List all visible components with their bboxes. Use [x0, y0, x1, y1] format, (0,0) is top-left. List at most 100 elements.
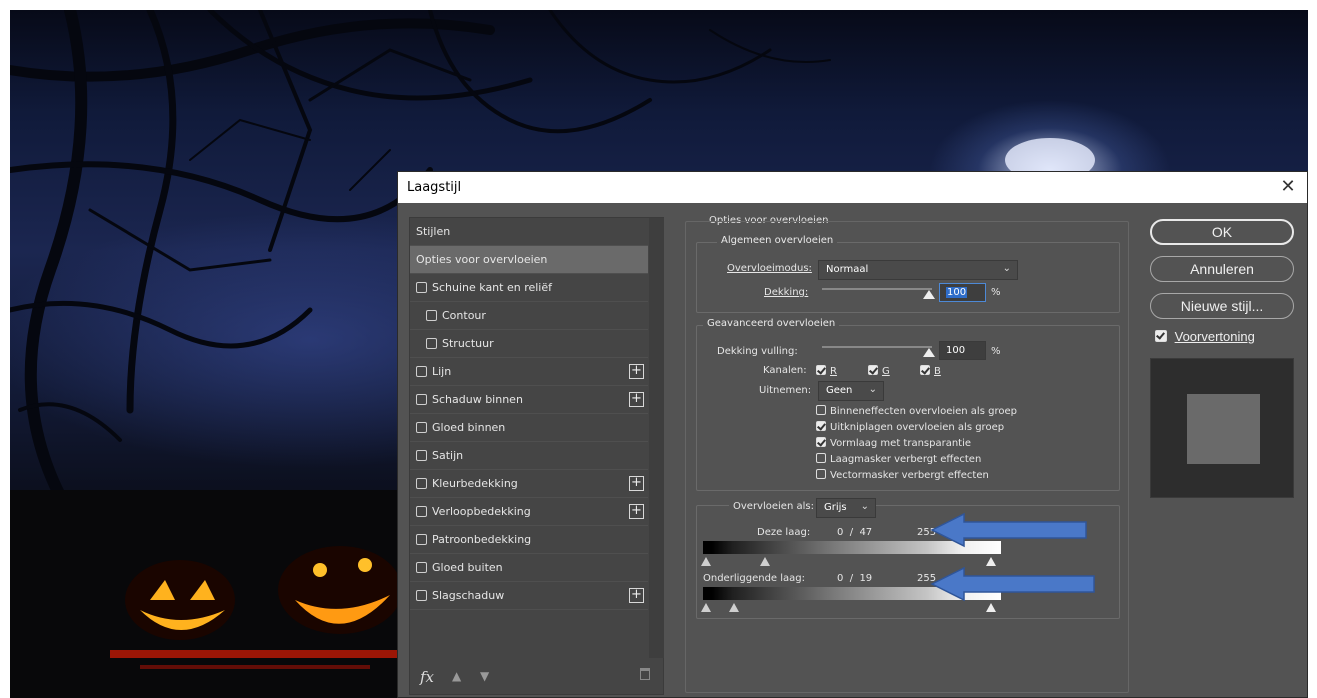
- styles-panel-footer: fx ▲ ▼: [410, 662, 663, 694]
- style-item[interactable]: Slagschaduw +: [410, 582, 648, 610]
- style-item-label: Satijn: [432, 449, 464, 462]
- style-item[interactable]: Structuur: [410, 330, 648, 358]
- add-effect-plus-icon[interactable]: +: [629, 476, 644, 491]
- advanced-option[interactable]: Laagmasker verbergt effecten: [816, 453, 981, 465]
- layer-style-dialog: Laagstijl ✕ Stijlen Opties voor overvloei…: [397, 171, 1308, 698]
- trash-icon[interactable]: [640, 668, 650, 680]
- advanced-option[interactable]: Vectormasker verbergt effecten: [816, 469, 989, 481]
- channel-r[interactable]: R: [816, 365, 837, 377]
- style-item-label: Schuine kant en reliëf: [432, 281, 553, 294]
- fill-opacity-label: Dekking vulling:: [717, 346, 798, 357]
- option-label: Uitkniplagen overvloeien als groep: [830, 422, 1005, 433]
- style-checkbox[interactable]: [416, 422, 427, 433]
- arrow-up-icon[interactable]: ▲: [452, 669, 461, 683]
- channel-g[interactable]: G: [868, 365, 890, 377]
- advanced-blending-title: Geavanceerd overvloeien: [703, 318, 840, 329]
- style-preview: [1150, 358, 1294, 498]
- new-style-button[interactable]: Nieuwe stijl...: [1150, 293, 1294, 319]
- add-effect-plus-icon[interactable]: +: [629, 504, 644, 519]
- this-layer-split-handle[interactable]: [760, 557, 770, 566]
- style-item-label: Structuur: [442, 337, 494, 350]
- cancel-button[interactable]: Annuleren: [1150, 256, 1294, 282]
- opacity-slider-handle[interactable]: [923, 290, 935, 299]
- style-checkbox[interactable]: [416, 506, 427, 517]
- blending-options-panel: Opties voor overvloeien Algemeen overvlo…: [685, 215, 1131, 695]
- arrow-down-icon[interactable]: ▼: [480, 669, 489, 683]
- style-item[interactable]: Gloed buiten: [410, 554, 648, 582]
- blend-if-dropdown[interactable]: Grijs ⌄: [816, 498, 876, 518]
- chevron-down-icon: ⌄: [860, 501, 869, 512]
- style-item-label: Schaduw binnen: [432, 393, 523, 406]
- option-checkbox[interactable]: [816, 421, 826, 431]
- style-item[interactable]: Lijn +: [410, 358, 648, 386]
- knockout-dropdown[interactable]: Geen ⌄: [818, 381, 884, 401]
- close-icon[interactable]: ✕: [1277, 176, 1299, 198]
- style-item[interactable]: Opties voor overvloeien: [410, 246, 648, 274]
- option-checkbox[interactable]: [816, 405, 826, 415]
- add-effect-plus-icon[interactable]: +: [629, 364, 644, 379]
- option-label: Binneneffecten overvloeien als groep: [830, 406, 1017, 417]
- fill-opacity-unit: %: [991, 346, 1001, 357]
- this-layer-black-handle[interactable]: [701, 557, 711, 566]
- advanced-option[interactable]: Vormlaag met transparantie: [816, 437, 971, 449]
- underlying-layer-values: 0 / 19: [837, 573, 873, 584]
- chevron-down-icon: ⌄: [1002, 263, 1011, 274]
- style-checkbox[interactable]: [416, 394, 427, 405]
- opacity-input[interactable]: 100: [939, 283, 986, 302]
- option-checkbox[interactable]: [816, 437, 826, 447]
- style-checkbox[interactable]: [416, 450, 427, 461]
- fill-opacity-slider-track[interactable]: [822, 346, 932, 348]
- underlying-layer-split-handle[interactable]: [729, 603, 739, 612]
- style-checkbox[interactable]: [416, 478, 427, 489]
- channel-b[interactable]: B: [920, 365, 941, 377]
- blend-mode-dropdown[interactable]: Normaal ⌄: [818, 260, 1018, 280]
- add-effect-plus-icon[interactable]: +: [629, 588, 644, 603]
- option-checkbox[interactable]: [816, 469, 826, 479]
- channels-label: Kanalen:: [763, 365, 807, 376]
- fill-opacity-input[interactable]: 100: [939, 341, 986, 360]
- style-checkbox[interactable]: [416, 366, 427, 377]
- fx-icon[interactable]: fx: [420, 668, 434, 686]
- style-checkbox[interactable]: [416, 282, 427, 293]
- style-checkbox[interactable]: [426, 338, 437, 349]
- style-item-label: Lijn: [432, 365, 452, 378]
- ok-button[interactable]: OK: [1150, 219, 1294, 245]
- opacity-slider-track[interactable]: [822, 288, 932, 290]
- advanced-option[interactable]: Uitkniplagen overvloeien als groep: [816, 421, 1004, 433]
- option-checkbox[interactable]: [816, 453, 826, 463]
- style-item-label: Verloopbedekking: [432, 505, 531, 518]
- styles-scrollbar[interactable]: [649, 218, 664, 658]
- knockout-value: Geen: [826, 385, 853, 396]
- style-item[interactable]: Contour: [410, 302, 648, 330]
- annotation-arrow-this-layer: [930, 512, 1087, 548]
- blend-mode-value: Normaal: [826, 264, 869, 275]
- style-checkbox[interactable]: [426, 310, 437, 321]
- style-item[interactable]: Satijn: [410, 442, 648, 470]
- style-item[interactable]: Patroonbedekking: [410, 526, 648, 554]
- preview-checkbox[interactable]: Voorvertoning: [1155, 329, 1255, 344]
- style-item[interactable]: Verloopbedekking +: [410, 498, 648, 526]
- style-preview-swatch: [1187, 394, 1260, 464]
- preview-label: Voorvertoning: [1174, 329, 1255, 344]
- style-item-label: Gloed buiten: [432, 561, 503, 574]
- this-layer-white-handle[interactable]: [986, 557, 996, 566]
- style-item[interactable]: Schuine kant en reliëf: [410, 274, 648, 302]
- style-checkbox[interactable]: [416, 590, 427, 601]
- style-item-label: Stijlen: [416, 225, 451, 238]
- style-checkbox[interactable]: [416, 562, 427, 573]
- style-item-label: Slagschaduw: [432, 589, 505, 602]
- fill-opacity-slider-handle[interactable]: [923, 348, 935, 357]
- style-item[interactable]: Stijlen: [410, 218, 648, 246]
- style-item[interactable]: Kleurbedekking +: [410, 470, 648, 498]
- this-layer-values: 0 / 47: [837, 527, 873, 538]
- style-item[interactable]: Schaduw binnen +: [410, 386, 648, 414]
- style-item[interactable]: Gloed binnen: [410, 414, 648, 442]
- style-item-label: Opties voor overvloeien: [416, 253, 548, 266]
- advanced-option[interactable]: Binneneffecten overvloeien als groep: [816, 405, 1017, 417]
- style-checkbox[interactable]: [416, 534, 427, 545]
- add-effect-plus-icon[interactable]: +: [629, 392, 644, 407]
- style-item-label: Contour: [442, 309, 486, 322]
- underlying-layer-black-handle[interactable]: [701, 603, 711, 612]
- underlying-layer-label: Onderliggende laag:: [703, 573, 805, 584]
- chevron-down-icon: ⌄: [868, 384, 877, 395]
